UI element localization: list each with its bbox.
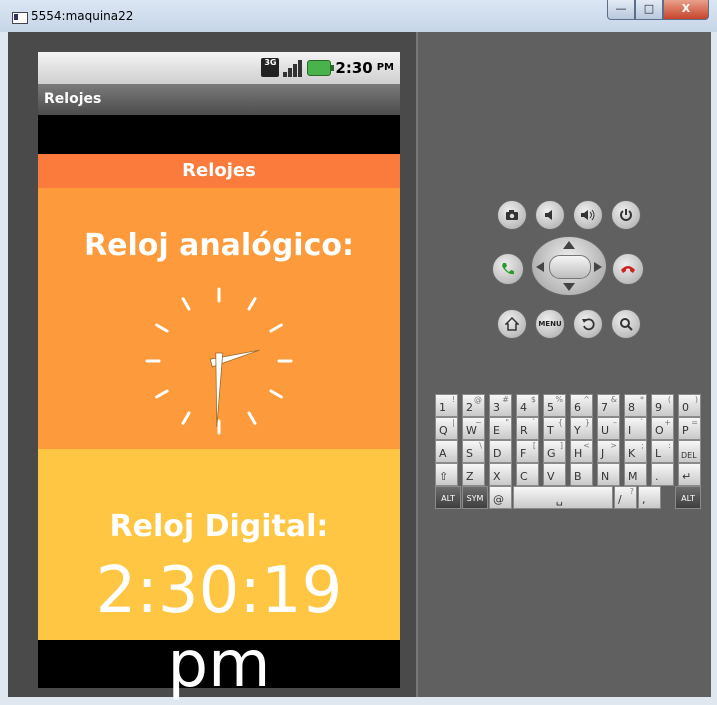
alt-key-right[interactable]: ALT xyxy=(675,486,701,509)
minute-hand xyxy=(215,352,224,427)
search-icon[interactable] xyxy=(611,309,641,339)
clock-tick xyxy=(247,297,257,311)
emulator-window: 5554:maquina22 — □ X 3G 2:30 PM Relojes … xyxy=(0,0,717,705)
key-row4-3[interactable]: C xyxy=(516,463,539,486)
key-row3-8[interactable]: L: xyxy=(651,440,674,463)
volume-up-icon[interactable] xyxy=(573,200,603,230)
analog-clock xyxy=(145,287,293,435)
header-banner: Relojes xyxy=(38,154,400,188)
slash-key[interactable]: /? xyxy=(614,486,637,509)
emulator-client-area: 3G 2:30 PM Relojes Relojes Reloj analógi… xyxy=(8,32,711,702)
key-row1-7[interactable]: 8 * xyxy=(624,394,647,417)
qwerty-keyboard: 1! 2 @3 #4 $5% 6 ^ 7 & 8 * 9(0) Q | W ~ E " R ` T{Y} U – I ` O + P… xyxy=(429,394,711,542)
key-row2-5[interactable]: Y} xyxy=(570,417,593,440)
key-row3-4[interactable]: G] xyxy=(543,440,566,463)
key-row2-6[interactable]: U – xyxy=(597,417,620,440)
key-row3-0[interactable]: A xyxy=(435,440,458,463)
home-icon[interactable] xyxy=(497,309,527,339)
call-icon[interactable] xyxy=(492,253,524,285)
key-row1-8[interactable]: 9( xyxy=(651,394,674,417)
signal-strength-icon xyxy=(283,59,303,77)
maximize-button[interactable]: □ xyxy=(635,0,663,20)
analog-clock-label: Reloj analógico: xyxy=(84,228,354,263)
key-row4-7[interactable]: M xyxy=(624,463,647,486)
close-button[interactable]: X xyxy=(663,0,709,20)
end-call-icon[interactable] xyxy=(612,253,644,285)
key-row4-8[interactable]: . xyxy=(651,463,674,486)
key-row4-4[interactable]: V xyxy=(543,463,566,486)
key-row4-5[interactable]: B xyxy=(570,463,593,486)
key-row1-1[interactable]: 2 @ xyxy=(462,394,485,417)
clock-tick xyxy=(155,389,169,399)
3g-network-icon: 3G xyxy=(261,58,280,77)
key-row3-7[interactable]: K; xyxy=(624,440,647,463)
window-title-bar[interactable]: 5554:maquina22 — □ X xyxy=(0,0,717,32)
app-title: Relojes xyxy=(44,91,102,107)
key-row2-4[interactable]: T{ xyxy=(543,417,566,440)
battery-charging-icon xyxy=(307,59,335,76)
clock-tick xyxy=(181,297,191,311)
clock-tick xyxy=(155,323,169,333)
app-content: Relojes Reloj analógico: Reloj Digital: … xyxy=(38,154,400,702)
key-row4-9[interactable]: ↵ xyxy=(678,463,701,486)
keyboard-row-5: ALT SYM @ ␣ /? , ALT xyxy=(429,486,711,509)
key-row3-6[interactable]: J > xyxy=(597,440,620,463)
key-row1-5[interactable]: 6 ^ xyxy=(570,394,593,417)
key-row1-3[interactable]: 4 $ xyxy=(516,394,539,417)
analog-section: Reloj analógico: xyxy=(38,188,400,449)
digital-clock-time: 2:30:19 pm xyxy=(95,554,343,702)
app-window-icon xyxy=(12,12,28,24)
key-row1-2[interactable]: 3 # xyxy=(489,394,512,417)
key-row4-2[interactable]: X xyxy=(489,463,512,486)
alt-key[interactable]: ALT xyxy=(435,486,461,509)
sym-key[interactable]: SYM xyxy=(462,486,488,509)
device-pane: 3G 2:30 PM Relojes Relojes Reloj analógi… xyxy=(8,32,416,702)
key-row2-2[interactable]: E " xyxy=(489,417,512,440)
status-bar: 3G 2:30 PM xyxy=(38,52,400,84)
key-row2-7[interactable]: I ` xyxy=(624,417,647,440)
key-row3-5[interactable]: H < xyxy=(570,440,593,463)
at-key[interactable]: @ xyxy=(489,486,512,509)
key-row3-2[interactable]: D xyxy=(489,440,512,463)
pane-divider xyxy=(416,32,418,697)
digital-section: Reloj Digital: 2:30:19 pm xyxy=(38,449,400,702)
key-row2-0[interactable]: Q | xyxy=(435,417,458,440)
digital-clock-label: Reloj Digital: xyxy=(109,509,329,544)
key-row4-1[interactable]: Z xyxy=(462,463,485,486)
key-row1-9[interactable]: 0) xyxy=(678,394,701,417)
dpad[interactable] xyxy=(531,236,607,296)
key-row2-1[interactable]: W ~ xyxy=(462,417,485,440)
key-row2-3[interactable]: R ` xyxy=(516,417,539,440)
back-icon[interactable] xyxy=(573,309,603,339)
clock-tick xyxy=(269,389,283,399)
clock-tick xyxy=(269,323,283,333)
power-icon[interactable] xyxy=(611,200,641,230)
clock-tick xyxy=(247,411,257,425)
key-row1-4[interactable]: 5% xyxy=(543,394,566,417)
camera-icon[interactable] xyxy=(497,200,527,230)
hardware-controls: MENU xyxy=(487,200,657,350)
key-row1-0[interactable]: 1! xyxy=(435,394,458,417)
key-row2-9[interactable]: P = xyxy=(678,417,701,440)
key-row3-9[interactable]: DEL xyxy=(678,440,701,463)
dpad-center-button[interactable] xyxy=(549,255,591,279)
window-title: 5554:maquina22 xyxy=(31,9,134,23)
device-screen[interactable]: 3G 2:30 PM Relojes Relojes Reloj analógi… xyxy=(38,52,400,702)
space-key[interactable]: ␣ xyxy=(513,486,613,509)
status-time: 2:30 xyxy=(335,58,373,77)
key-row2-8[interactable]: O + xyxy=(651,417,674,440)
key-row3-3[interactable]: F[ xyxy=(516,440,539,463)
app-title-bar: Relojes xyxy=(38,84,400,115)
menu-button[interactable]: MENU xyxy=(535,309,565,339)
volume-down-icon[interactable] xyxy=(535,200,565,230)
minimize-button[interactable]: — xyxy=(607,0,635,20)
comma-key[interactable]: , xyxy=(638,486,661,509)
key-row4-6[interactable]: N xyxy=(597,463,620,486)
clock-tick xyxy=(181,411,191,425)
key-row1-6[interactable]: 7 & xyxy=(597,394,620,417)
key-row3-1[interactable]: S \ xyxy=(462,440,485,463)
key-row4-0[interactable]: ⇧ xyxy=(435,463,458,486)
status-ampm: PM xyxy=(376,62,394,73)
